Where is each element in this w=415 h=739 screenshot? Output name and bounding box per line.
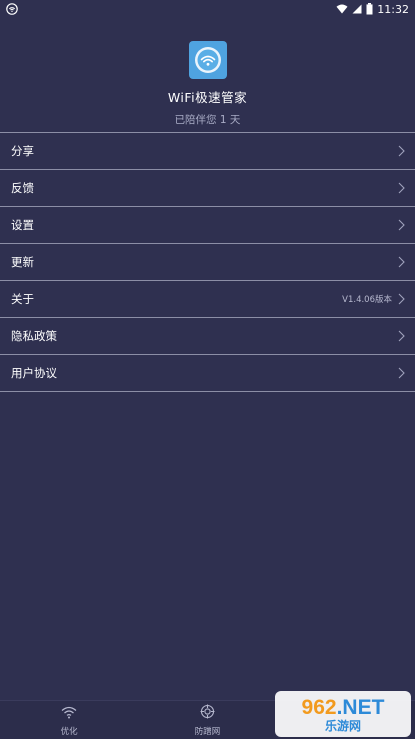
wifi-icon (61, 704, 77, 723)
menu-item-share[interactable]: 分享 (0, 133, 415, 170)
wifi-app-icon (6, 3, 18, 15)
settings-screen: 11:32 WiFi极速管家 已陪伴您 1 天 分享 反馈 设置 更新 关于 V… (0, 0, 415, 739)
nav-tab-optimize[interactable]: 优化 (24, 704, 114, 737)
watermark-top: 962.NET (302, 697, 385, 718)
status-bar: 11:32 (0, 0, 415, 18)
menu-item-right (398, 367, 405, 379)
menu-item-label: 隐私政策 (11, 329, 57, 343)
companion-days: 已陪伴您 1 天 (174, 114, 241, 126)
watermark-bottom: 乐游网 (324, 718, 361, 733)
wifi-signal-icon (336, 4, 348, 14)
chevron-right-icon (398, 330, 405, 342)
menu-item-right: V1.4.06版本 (342, 293, 405, 305)
settings-menu: 分享 反馈 设置 更新 关于 V1.4.06版本 隐私政策 用户协议 (0, 132, 415, 392)
menu-item-user-agreement[interactable]: 用户协议 (0, 355, 415, 392)
chevron-right-icon (398, 182, 405, 194)
menu-item-label: 设置 (11, 218, 34, 232)
site-watermark: 962.NET 乐游网 (275, 691, 411, 737)
chevron-right-icon (398, 256, 405, 268)
nav-label: 优化 (60, 726, 78, 737)
app-name: WiFi极速管家 (167, 90, 248, 105)
menu-item-right (398, 182, 405, 194)
menu-item-right (398, 330, 405, 342)
menu-item-update[interactable]: 更新 (0, 244, 415, 281)
cellular-signal-icon (352, 4, 362, 14)
menu-item-right (398, 145, 405, 157)
profile-header: WiFi极速管家 已陪伴您 1 天 (0, 41, 415, 127)
menu-item-right (398, 256, 405, 268)
menu-item-settings[interactable]: 设置 (0, 207, 415, 244)
nav-tab-anti-freeload[interactable]: 防蹭网 (162, 704, 252, 737)
chevron-right-icon (398, 293, 405, 305)
menu-item-about[interactable]: 关于 V1.4.06版本 (0, 281, 415, 318)
status-right: 11:32 (336, 3, 409, 16)
chevron-right-icon (398, 367, 405, 379)
menu-item-right (398, 219, 405, 231)
menu-item-label: 分享 (11, 144, 34, 158)
menu-item-feedback[interactable]: 反馈 (0, 170, 415, 207)
menu-item-label: 反馈 (11, 181, 34, 195)
status-time: 11:32 (377, 2, 409, 16)
watermark-suffix: .NET (336, 695, 385, 719)
battery-icon (366, 3, 373, 15)
status-left (6, 3, 18, 15)
crosshair-icon (200, 704, 215, 723)
chevron-right-icon (398, 219, 405, 231)
chevron-right-icon (398, 145, 405, 157)
version-text: V1.4.06版本 (342, 295, 392, 305)
menu-item-label: 用户协议 (11, 366, 57, 380)
menu-item-privacy-policy[interactable]: 隐私政策 (0, 318, 415, 355)
menu-item-label: 关于 (11, 292, 34, 306)
app-logo-icon (188, 41, 227, 79)
watermark-number: 962 (301, 695, 337, 719)
menu-item-label: 更新 (11, 255, 34, 269)
nav-label: 防蹭网 (194, 726, 221, 737)
